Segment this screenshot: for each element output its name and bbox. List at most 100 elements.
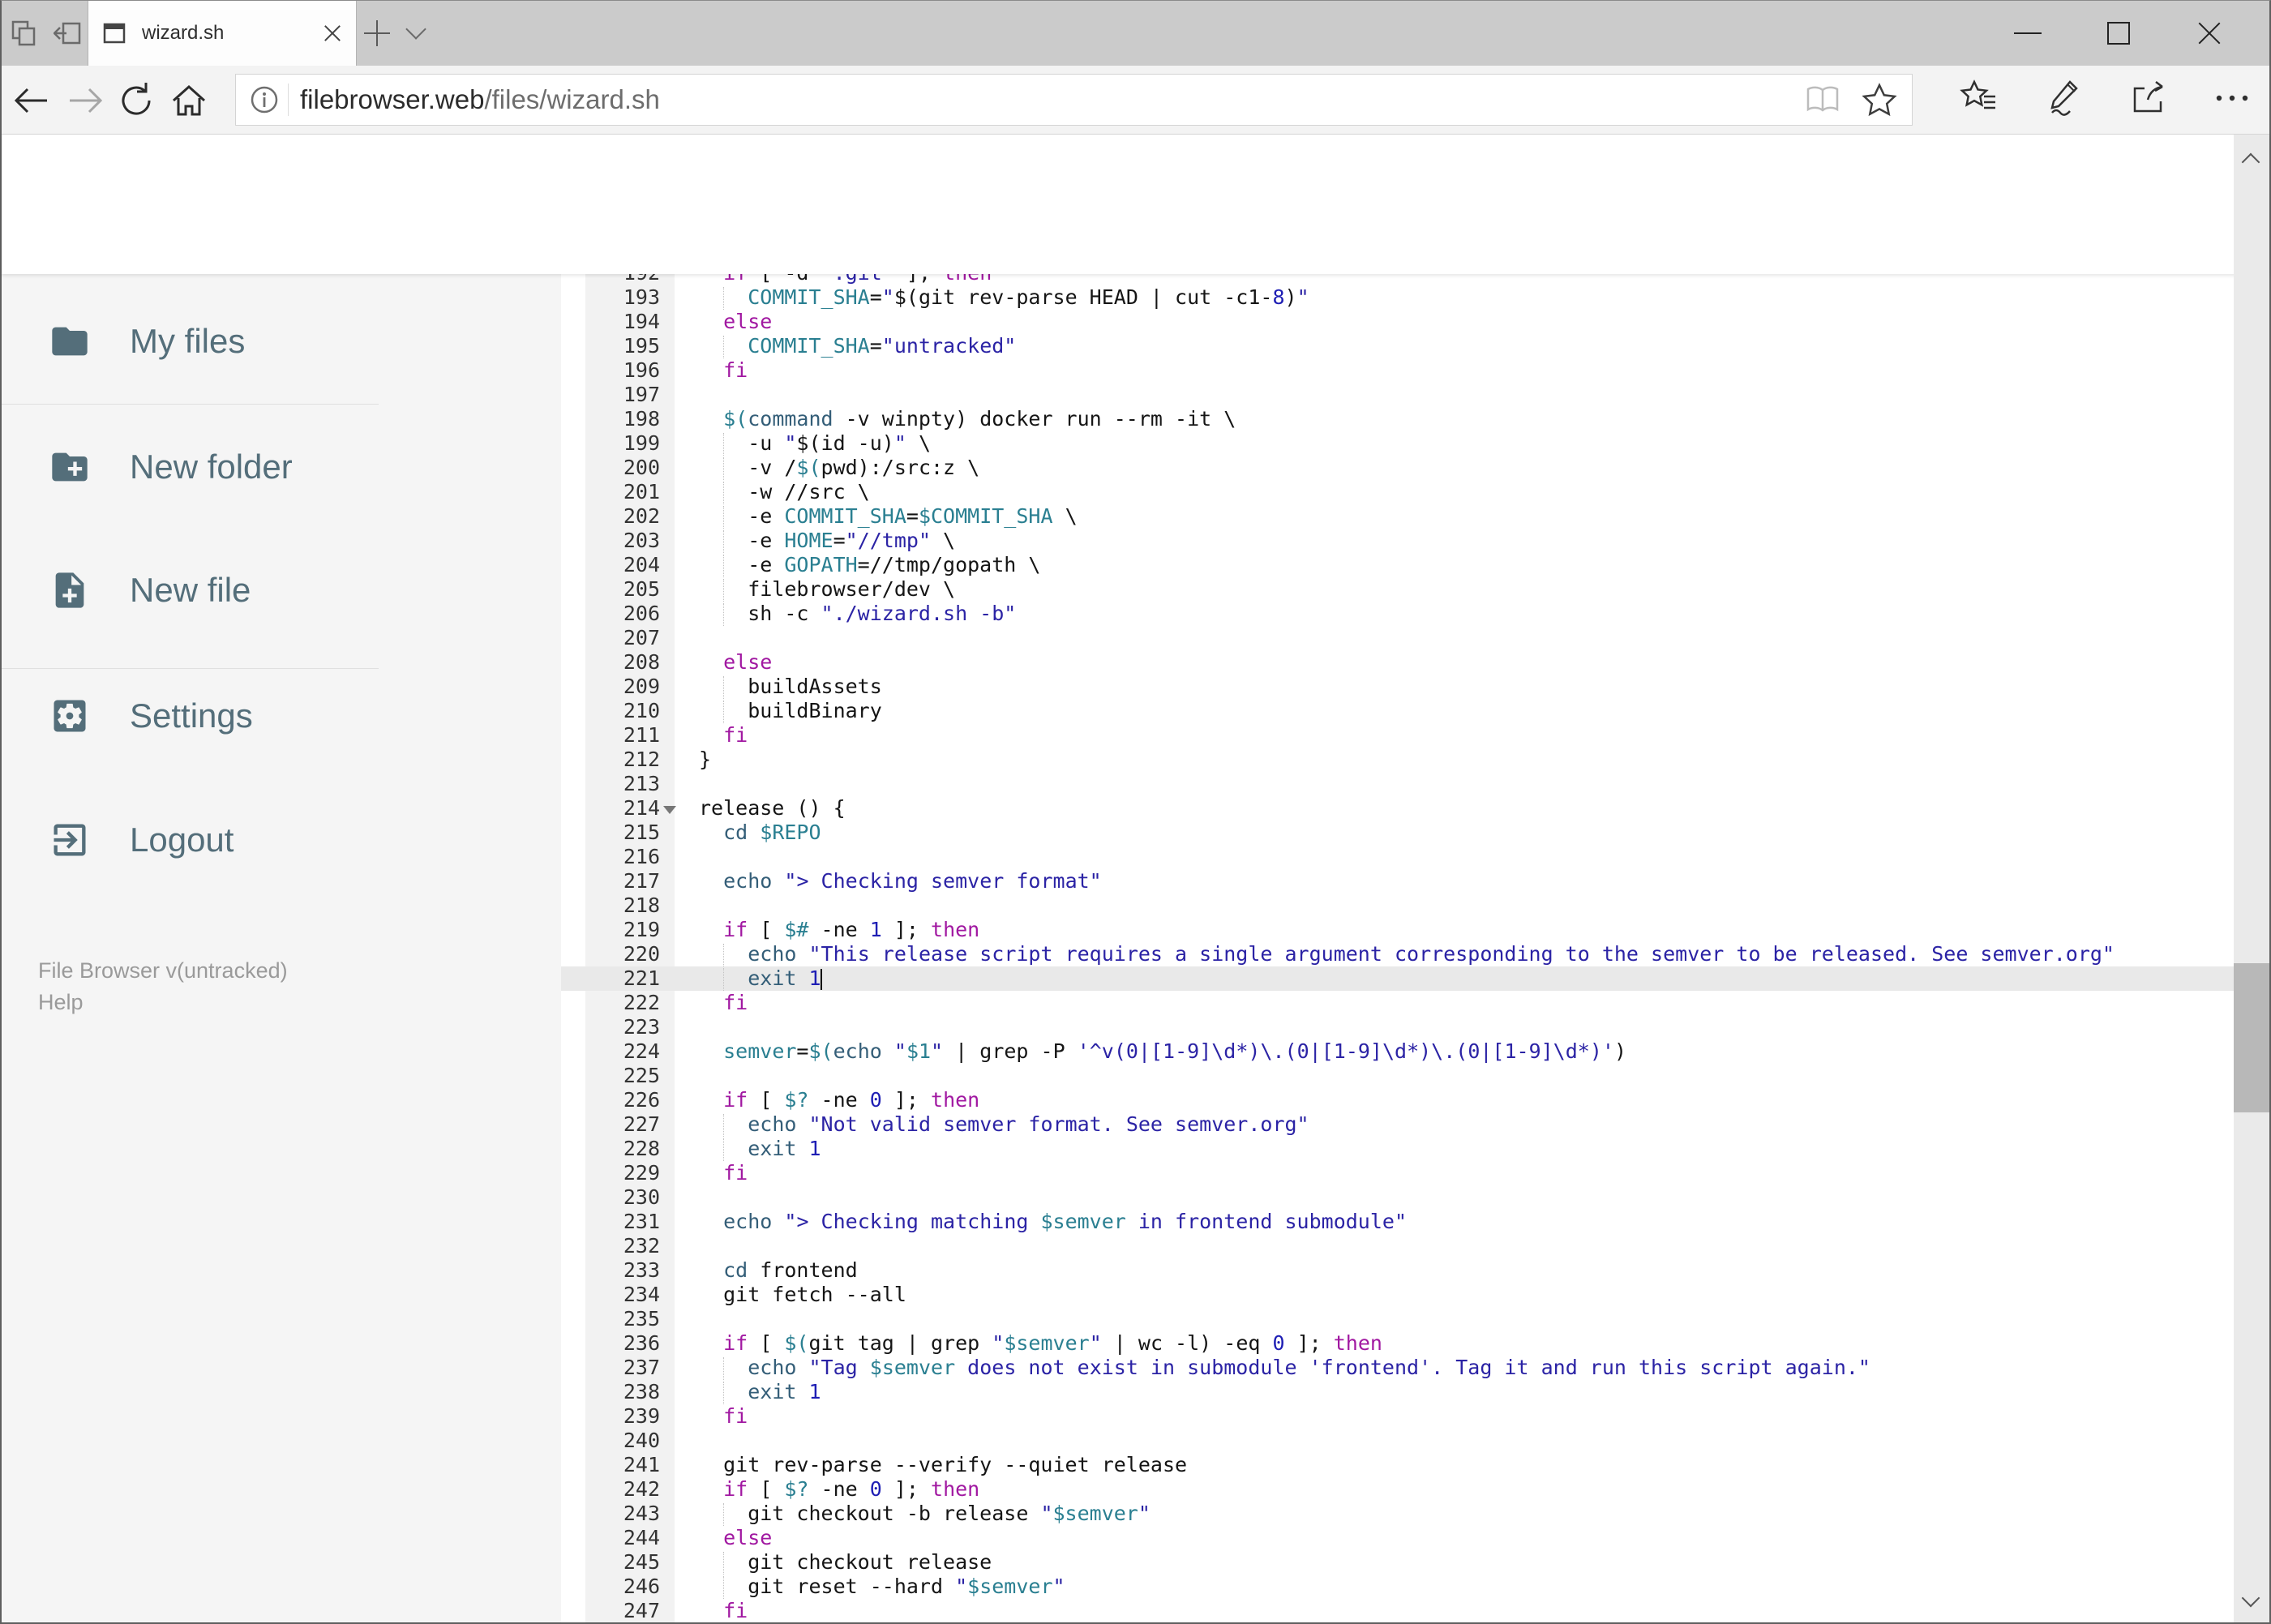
code-line[interactable]: 210 buildBinary xyxy=(561,699,2236,723)
code-line[interactable]: 208 else xyxy=(561,650,2236,675)
code-line[interactable]: 237 echo "Tag $semver does not exist in … xyxy=(561,1356,2236,1380)
code-line[interactable]: 206 sh -c "./wizard.sh -b" xyxy=(561,602,2236,626)
set-aside-tabs-icon[interactable] xyxy=(54,19,83,48)
code-line[interactable]: 214 release () { xyxy=(561,796,2236,821)
scrollbar-thumb[interactable] xyxy=(2234,963,2269,1112)
window-close-button[interactable] xyxy=(2164,1,2255,66)
line-number: 232 xyxy=(623,1234,660,1258)
hub-favorites-icon[interactable] xyxy=(1960,77,1999,119)
code-line[interactable]: 226 if [ $? -ne 0 ]; then xyxy=(561,1088,2236,1112)
code-line[interactable]: 241 git rev-parse --verify --quiet relea… xyxy=(561,1453,2236,1477)
code-line[interactable]: 193 COMMIT_SHA="$(git rev-parse HEAD | c… xyxy=(561,285,2236,310)
code-line[interactable]: 244 else xyxy=(561,1526,2236,1550)
code-line[interactable]: 235 xyxy=(561,1307,2236,1331)
code-line[interactable]: 243 git checkout -b release "$semver" xyxy=(561,1502,2236,1526)
scroll-down-icon[interactable] xyxy=(2239,1588,2264,1613)
home-button[interactable] xyxy=(169,80,209,121)
code-line[interactable]: 198 $(command -v winpty) docker run --rm… xyxy=(561,407,2236,431)
code-line[interactable]: 224 semver=$(echo "$1" | grep -P '^v(0|[… xyxy=(561,1039,2236,1064)
line-number: 222 xyxy=(623,991,660,1014)
browser-tab[interactable]: wizard.sh xyxy=(88,1,357,66)
code-line[interactable]: 202 -e COMMIT_SHA=$COMMIT_SHA \ xyxy=(561,504,2236,529)
code-line[interactable]: 217 echo "> Checking semver format" xyxy=(561,869,2236,893)
code-line[interactable]: 211 fi xyxy=(561,723,2236,748)
sidebar-item-new-folder[interactable]: New folder xyxy=(2,428,561,506)
sidebar-item-new-file[interactable]: New file xyxy=(2,551,561,629)
code-line[interactable]: 230 xyxy=(561,1185,2236,1210)
code-line[interactable]: 233 cd frontend xyxy=(561,1258,2236,1283)
code-line[interactable]: 223 xyxy=(561,1015,2236,1039)
code-line[interactable]: 221 exit 1 xyxy=(561,966,2236,991)
code-line[interactable]: 194 else xyxy=(561,310,2236,334)
line-number: 229 xyxy=(623,1161,660,1185)
web-note-pen-icon[interactable] xyxy=(2044,77,2083,119)
window-maximize-button[interactable] xyxy=(2073,1,2164,66)
code-line[interactable]: 238 exit 1 xyxy=(561,1380,2236,1404)
code-line[interactable]: 212} xyxy=(561,748,2236,772)
code-line[interactable]: 201 -w //src \ xyxy=(561,480,2236,504)
line-number: 244 xyxy=(623,1526,660,1549)
code-line[interactable]: 220 echo "This release script requires a… xyxy=(561,942,2236,966)
back-button[interactable] xyxy=(11,80,52,121)
code-line[interactable]: 196 fi xyxy=(561,358,2236,383)
help-link[interactable]: Help xyxy=(38,987,288,1018)
code-line[interactable]: 242 if [ $? -ne 0 ]; then xyxy=(561,1477,2236,1502)
code-editor[interactable]: 192 if [ -d ".git" ]; then193 COMMIT_SHA… xyxy=(561,274,2236,1622)
sidebar-item-my-files[interactable]: My files xyxy=(2,302,561,380)
tab-close-icon[interactable] xyxy=(322,23,343,44)
line-number: 228 xyxy=(623,1137,660,1160)
code-line[interactable]: 205 filebrowser/dev \ xyxy=(561,577,2236,602)
tab-preview-icon[interactable] xyxy=(10,19,39,48)
code-line[interactable]: 228 exit 1 xyxy=(561,1137,2236,1161)
forward-button[interactable] xyxy=(65,80,105,121)
code-line[interactable]: 239 fi xyxy=(561,1404,2236,1429)
code-line[interactable]: 246 git reset --hard "$semver" xyxy=(561,1575,2236,1599)
line-number: 195 xyxy=(623,334,660,358)
code-line[interactable]: 204 -e GOPATH=//tmp/gopath \ xyxy=(561,553,2236,577)
code-line[interactable]: 234 git fetch --all xyxy=(561,1283,2236,1307)
page-scrollbar[interactable] xyxy=(2234,135,2269,1622)
code-line[interactable]: 213 xyxy=(561,772,2236,796)
code-line[interactable]: 247 fi xyxy=(561,1599,2236,1622)
code-line[interactable]: 218 xyxy=(561,893,2236,918)
code-line[interactable]: 219 if [ $# -ne 1 ]; then xyxy=(561,918,2236,942)
code-line[interactable]: 207 xyxy=(561,626,2236,650)
line-number: 193 xyxy=(623,285,660,309)
code-line[interactable]: 236 if [ $(git tag | grep "$semver" | wc… xyxy=(561,1331,2236,1356)
code-line[interactable]: 215 cd $REPO xyxy=(561,821,2236,845)
scroll-up-icon[interactable] xyxy=(2239,146,2264,170)
window-minimize-button[interactable] xyxy=(1982,1,2073,66)
site-info-icon[interactable] xyxy=(249,84,280,115)
refresh-button[interactable] xyxy=(117,80,157,121)
code-line[interactable]: 192 if [ -d ".git" ]; then xyxy=(561,274,2236,285)
line-number: 205 xyxy=(623,577,660,601)
sidebar-item-settings[interactable]: Settings xyxy=(2,677,561,755)
sidebar-item-label: Logout xyxy=(130,821,234,859)
logout-icon xyxy=(54,824,86,856)
reading-view-icon[interactable] xyxy=(1805,84,1840,116)
code-line[interactable]: 222 fi xyxy=(561,991,2236,1015)
code-line[interactable]: 197 xyxy=(561,383,2236,407)
code-line[interactable]: 232 xyxy=(561,1234,2236,1258)
share-icon[interactable] xyxy=(2128,77,2167,119)
line-number: 234 xyxy=(623,1283,660,1306)
favorite-star-icon[interactable] xyxy=(1862,83,1897,117)
tab-preview-chevron-icon[interactable] xyxy=(405,15,430,40)
code-line[interactable]: 229 fi xyxy=(561,1161,2236,1185)
new-tab-button[interactable] xyxy=(364,20,390,46)
sidebar-item-logout[interactable]: Logout xyxy=(2,801,561,879)
code-line[interactable]: 203 -e HOME="//tmp" \ xyxy=(561,529,2236,553)
code-line[interactable]: 245 git checkout release xyxy=(561,1550,2236,1575)
code-line[interactable]: 231 echo "> Checking matching $semver in… xyxy=(561,1210,2236,1234)
code-line[interactable]: 200 -v /$(pwd):/src:z \ xyxy=(561,456,2236,480)
more-ellipsis-icon[interactable] xyxy=(2213,77,2252,119)
url-bar[interactable]: filebrowser.web/files/wizard.sh xyxy=(235,74,1913,126)
url-text[interactable]: filebrowser.web/files/wizard.sh xyxy=(300,84,1805,115)
code-line[interactable]: 240 xyxy=(561,1429,2236,1453)
code-line[interactable]: 216 xyxy=(561,845,2236,869)
code-line[interactable]: 209 buildAssets xyxy=(561,675,2236,699)
code-line[interactable]: 195 COMMIT_SHA="untracked" xyxy=(561,334,2236,358)
code-line[interactable]: 225 xyxy=(561,1064,2236,1088)
code-line[interactable]: 199 -u "$(id -u)" \ xyxy=(561,431,2236,456)
code-line[interactable]: 227 echo "Not valid semver format. See s… xyxy=(561,1112,2236,1137)
